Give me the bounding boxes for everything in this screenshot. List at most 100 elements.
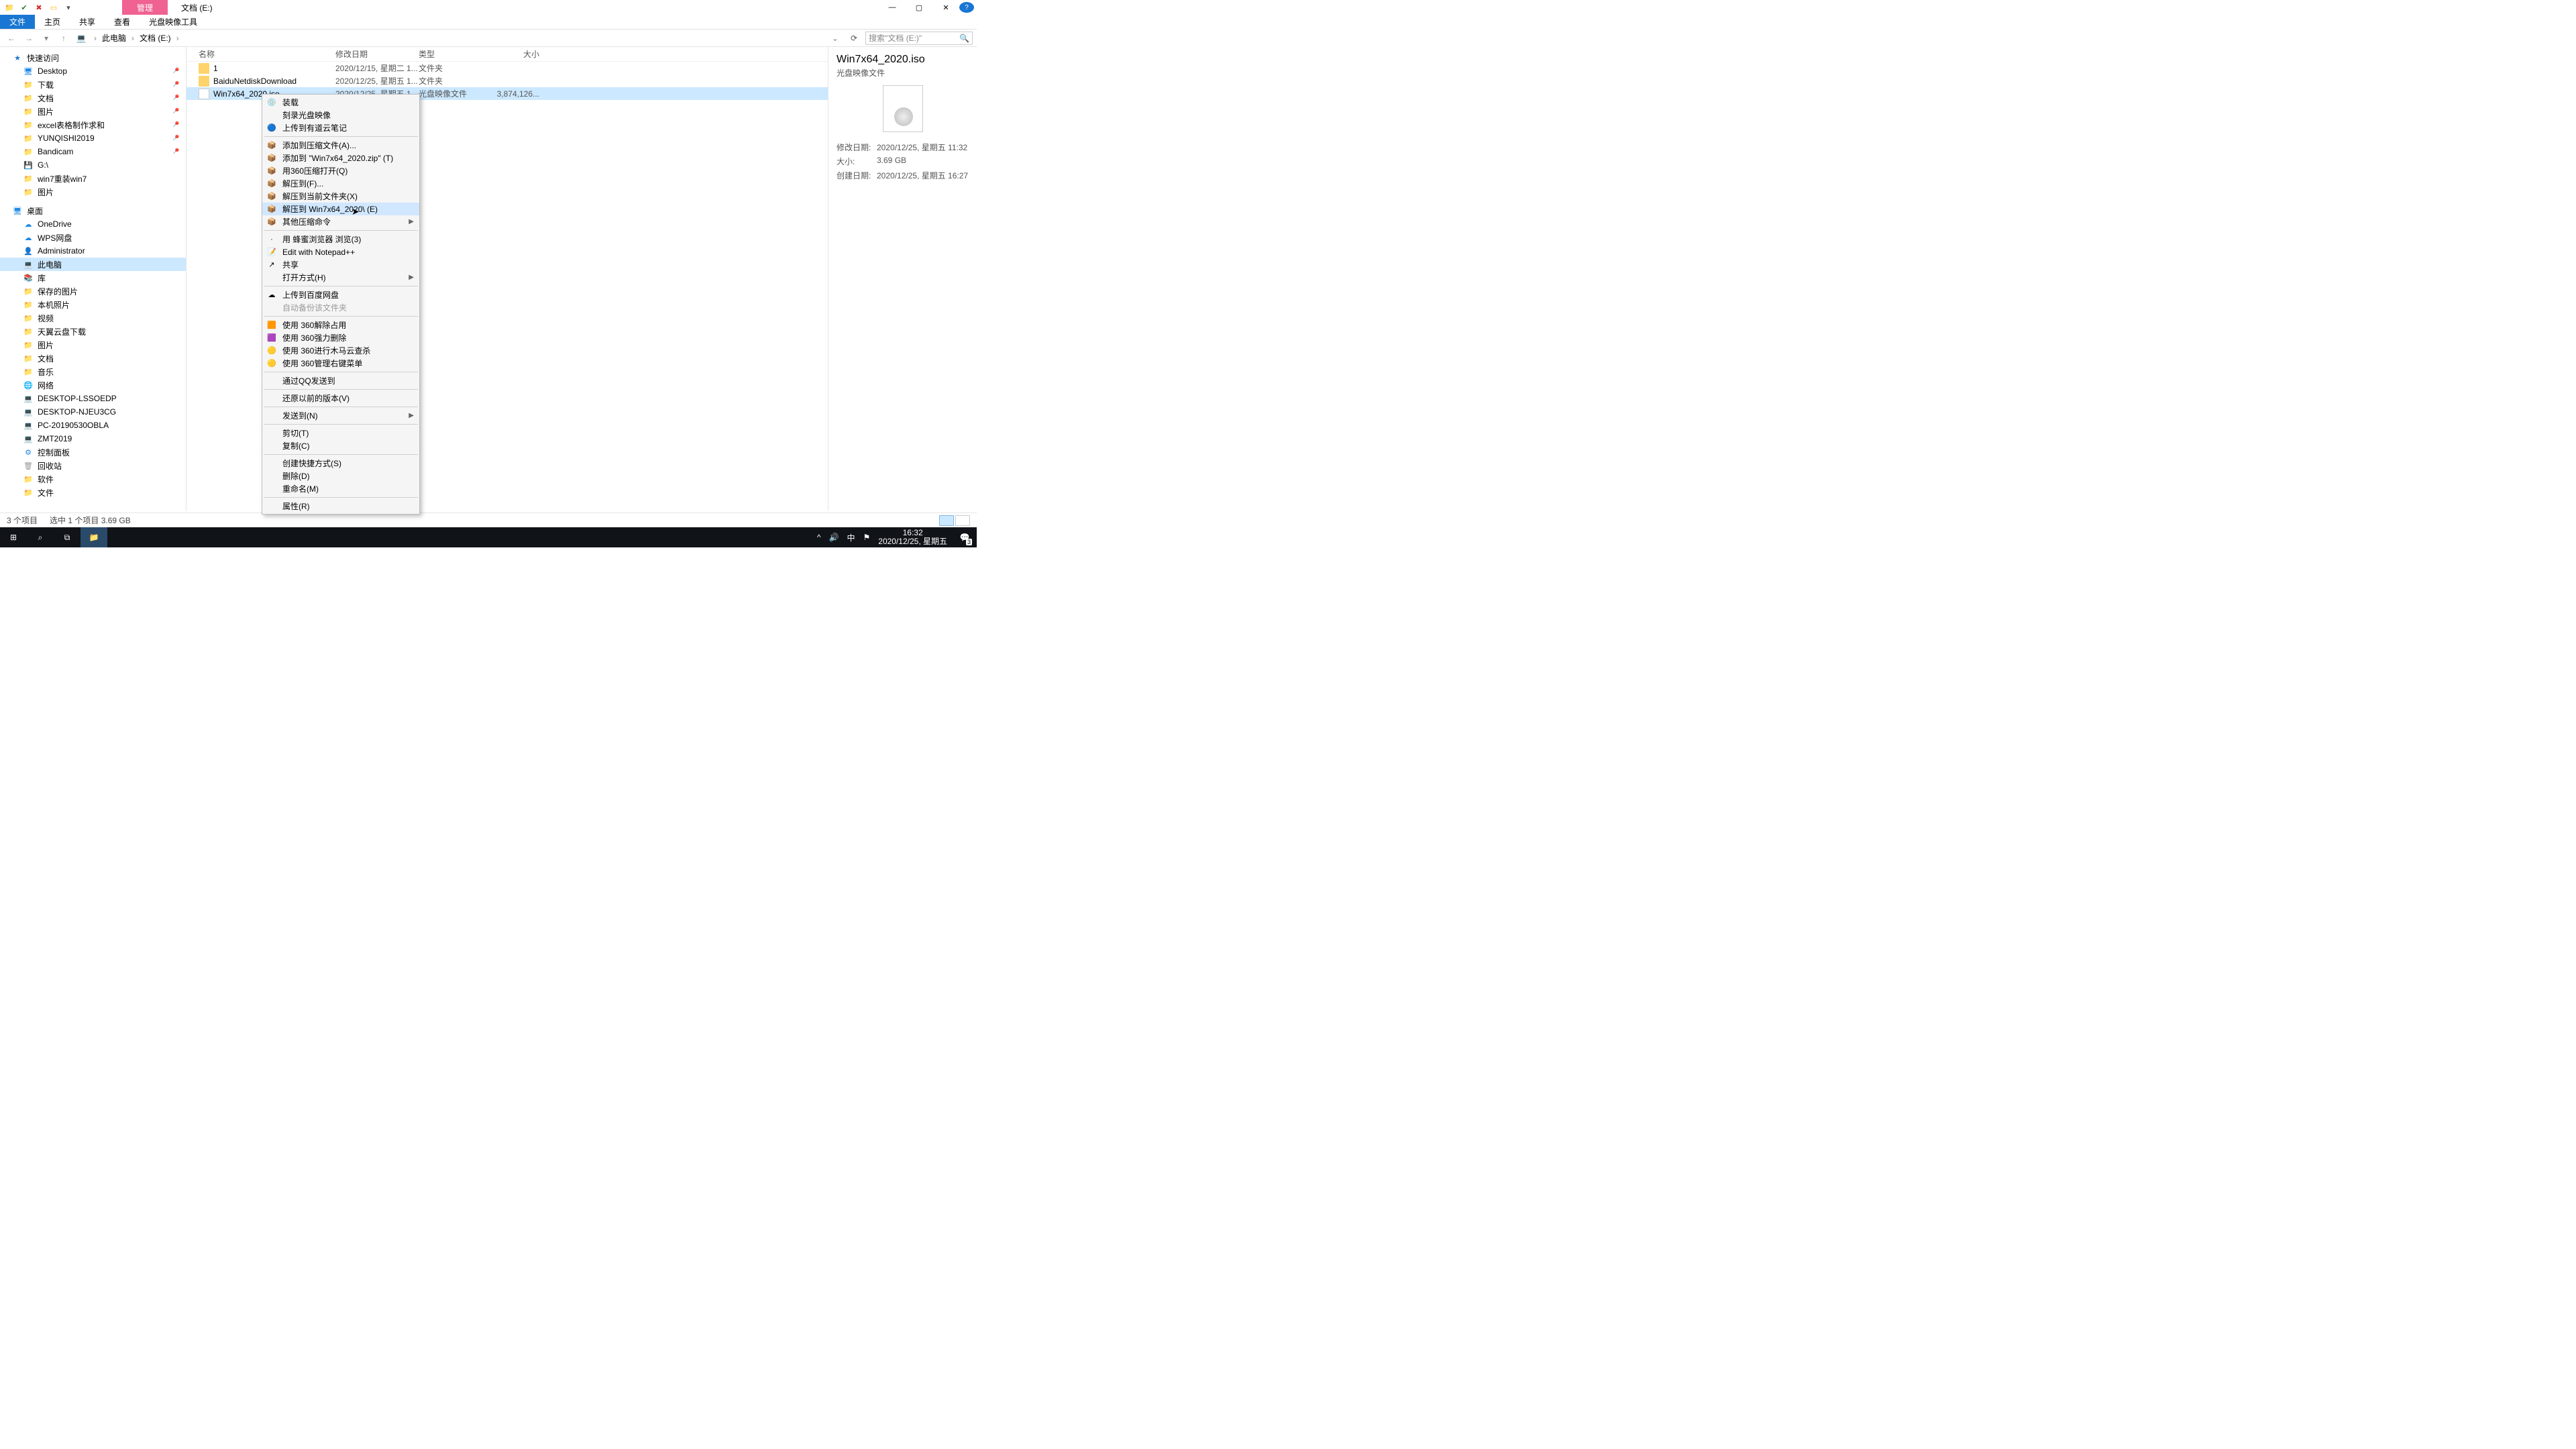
menu-item[interactable]: 还原以前的版本(V) (262, 392, 419, 405)
tree-item[interactable]: ☁WPS网盘 (0, 231, 186, 244)
tree-item[interactable]: 📁文档 (0, 352, 186, 365)
tray-overflow-icon[interactable]: ^ (817, 533, 821, 542)
ime-icon[interactable]: 中 (847, 532, 855, 543)
search-icon[interactable]: 🔍 (959, 34, 969, 43)
tree-item[interactable]: 📚库 (0, 271, 186, 284)
flag-icon[interactable]: ⚑ (863, 533, 871, 542)
tab-home[interactable]: 主页 (35, 15, 70, 29)
tree-item[interactable]: ☁OneDrive (0, 217, 186, 231)
col-size[interactable]: 大小 (486, 48, 539, 60)
tree-item[interactable]: 📁下载📍 (0, 78, 186, 91)
tree-item[interactable]: 📁本机照片 (0, 298, 186, 311)
explorer-taskbar-button[interactable]: 📁 (80, 527, 107, 547)
menu-item[interactable]: 📦添加到 "Win7x64_2020.zip" (T) (262, 152, 419, 164)
crumb-this-pc[interactable]: 此电脑 (102, 32, 126, 44)
view-large-button[interactable] (955, 515, 970, 526)
up-button[interactable]: ↑ (56, 34, 71, 43)
col-type[interactable]: 类型 (419, 48, 486, 60)
tree-item[interactable]: 💻DESKTOP-LSSOEDP (0, 392, 186, 405)
tree-item[interactable]: 📁YUNQISHI2019📍 (0, 131, 186, 145)
contextual-tab-manage[interactable]: 管理 (122, 0, 168, 15)
recent-dropdown[interactable]: ▾ (39, 34, 54, 43)
nav-tree[interactable]: ★快速访问🖥Desktop📍📁下载📍📁文档📍📁图片📍📁excel表格制作求和📍📁… (0, 47, 186, 511)
tree-item[interactable]: ⚙控制面板 (0, 445, 186, 459)
column-headers[interactable]: 名称 修改日期 类型 大小 (186, 47, 828, 62)
menu-item[interactable]: 📦解压到(F)... (262, 177, 419, 190)
forward-button[interactable]: → (21, 34, 36, 43)
menu-item[interactable]: 发送到(N)▶ (262, 409, 419, 422)
help-icon[interactable]: ? (959, 2, 974, 13)
tree-item[interactable]: 🖥Desktop📍 (0, 64, 186, 78)
tree-item[interactable]: 🗑回收站 (0, 459, 186, 472)
tab-file[interactable]: 文件 (0, 15, 35, 29)
tree-item[interactable]: 💾G:\ (0, 158, 186, 172)
menu-item[interactable]: 删除(D) (262, 470, 419, 482)
menu-item[interactable]: 📦其他压缩命令▶ (262, 215, 419, 228)
tree-item[interactable]: 👤Administrator (0, 244, 186, 258)
tree-item[interactable]: 📁图片 (0, 338, 186, 352)
menu-item[interactable]: 📦添加到压缩文件(A)... (262, 139, 419, 152)
menu-item[interactable]: 复制(C) (262, 439, 419, 452)
menu-item[interactable]: 🔵上传到有道云笔记 (262, 121, 419, 134)
search-button[interactable]: ⌕ (27, 527, 54, 547)
menu-item[interactable]: 📦用360压缩打开(Q) (262, 164, 419, 177)
menu-item[interactable]: 重命名(M) (262, 482, 419, 495)
task-view-button[interactable]: ⧉ (54, 527, 80, 547)
chevron-right-icon[interactable]: › (94, 34, 97, 43)
address-dropdown[interactable]: ⌄ (828, 34, 843, 43)
menu-item[interactable]: 剪切(T) (262, 427, 419, 439)
menu-item[interactable]: 创建快捷方式(S) (262, 457, 419, 470)
tree-item[interactable]: 📁图片📍 (0, 105, 186, 118)
tree-item[interactable]: 📁天翼云盘下载 (0, 325, 186, 338)
volume-icon[interactable]: 🔊 (829, 533, 839, 542)
menu-item[interactable]: 🟧使用 360解除占用 (262, 319, 419, 331)
tree-item[interactable]: 🖥桌面 (0, 204, 186, 217)
maximize-button[interactable]: ▢ (906, 0, 932, 15)
menu-item[interactable]: ↗共享 (262, 258, 419, 271)
view-details-button[interactable] (939, 515, 954, 526)
menu-item[interactable]: 📦解压到 Win7x64_2020\ (E) (262, 203, 419, 215)
new-folder-icon[interactable]: ▭ (48, 2, 59, 13)
crumb-folder[interactable]: 文档 (E:) (140, 32, 171, 44)
menu-item[interactable]: 📝Edit with Notepad++ (262, 246, 419, 258)
menu-item[interactable]: 打开方式(H)▶ (262, 271, 419, 284)
file-row[interactable]: 12020/12/15, 星期二 1...文件夹 (186, 62, 828, 74)
close-button[interactable]: ✕ (932, 0, 959, 15)
tree-item[interactable]: 📁win7重装win7 (0, 172, 186, 185)
tree-item[interactable]: 📁文档📍 (0, 91, 186, 105)
tree-item[interactable]: 💻ZMT2019 (0, 432, 186, 445)
close-red-icon[interactable]: ✖ (34, 2, 44, 13)
tree-item[interactable]: 📁Bandicam📍 (0, 145, 186, 158)
tree-item[interactable]: 📁视频 (0, 311, 186, 325)
menu-item[interactable]: 属性(R) (262, 500, 419, 513)
menu-item[interactable]: 🟪使用 360强力删除 (262, 331, 419, 344)
tree-item[interactable]: 💻PC-20190530OBLA (0, 419, 186, 432)
col-date[interactable]: 修改日期 (335, 48, 419, 60)
qat-dropdown-icon[interactable]: ▾ (63, 2, 74, 13)
action-center-button[interactable]: 💬3 (955, 527, 974, 547)
refresh-button[interactable]: ⟳ (851, 34, 857, 43)
tab-disc-tools[interactable]: 光盘映像工具 (140, 15, 207, 29)
menu-item[interactable]: 🟡使用 360进行木马云查杀 (262, 344, 419, 357)
tree-item[interactable]: 📁软件 (0, 472, 186, 486)
tree-item[interactable]: 📁保存的图片 (0, 284, 186, 298)
file-row[interactable]: BaiduNetdiskDownload2020/12/25, 星期五 1...… (186, 74, 828, 87)
chevron-right-icon[interactable]: › (131, 34, 134, 43)
minimize-button[interactable]: — (879, 0, 906, 15)
tree-item[interactable]: 🌐网络 (0, 378, 186, 392)
menu-item[interactable]: 🟡使用 360管理右键菜单 (262, 357, 419, 370)
tree-item[interactable]: 📁excel表格制作求和📍 (0, 118, 186, 131)
start-button[interactable]: ⊞ (0, 527, 27, 547)
menu-item[interactable]: 📦解压到当前文件夹(X) (262, 190, 419, 203)
chevron-right-icon[interactable]: › (176, 34, 179, 43)
system-tray[interactable]: ^ 🔊 中 ⚑ 16:32 2020/12/25, 星期五 💬3 (817, 527, 977, 547)
menu-item[interactable]: ·用 蜂蜜浏览器 浏览(3) (262, 233, 419, 246)
tab-share[interactable]: 共享 (70, 15, 105, 29)
menu-item[interactable]: 刻录光盘映像 (262, 109, 419, 121)
search-input[interactable]: 搜索"文档 (E:)" 🔍 (865, 32, 973, 45)
menu-item[interactable]: 通过QQ发送到 (262, 374, 419, 387)
tree-item[interactable]: 💻此电脑 (0, 258, 186, 271)
back-button[interactable]: ← (4, 34, 19, 43)
taskbar[interactable]: ⊞ ⌕ ⧉ 📁 ^ 🔊 中 ⚑ 16:32 2020/12/25, 星期五 💬3 (0, 527, 977, 547)
tree-item[interactable]: 📁音乐 (0, 365, 186, 378)
